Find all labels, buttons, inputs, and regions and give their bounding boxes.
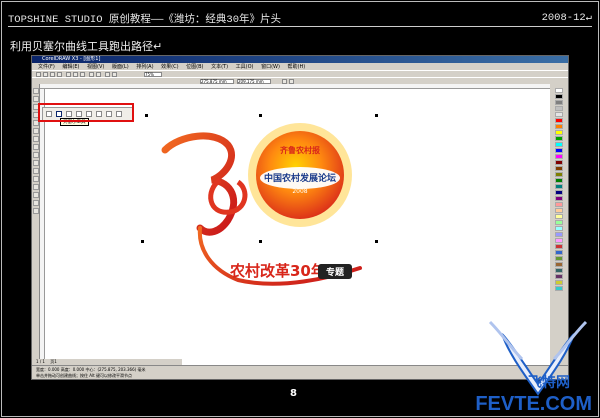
pick-tool-icon[interactable]: [33, 88, 39, 94]
swatch-black[interactable]: [555, 94, 563, 99]
swatch-dark-red[interactable]: [555, 160, 563, 165]
polygon-tool-icon[interactable]: [33, 152, 39, 158]
window-titlebar: CorelDRAW X3 - [图形1]: [32, 56, 568, 63]
swatch-sky[interactable]: [555, 226, 563, 231]
swatch-cyan[interactable]: [555, 142, 563, 147]
smart-fill-tool-icon[interactable]: [33, 128, 39, 134]
outline-tool-icon[interactable]: [33, 200, 39, 206]
header: TOPSHINE STUDIO 原创教程——《潍坊：经典30年》片头 2008-…: [8, 8, 592, 26]
swatch-white[interactable]: [555, 88, 563, 93]
tutorial-title: TOPSHINE STUDIO 原创教程——《潍坊：经典30年》片头: [8, 14, 282, 26]
menu-bar: 文件(F) 编辑(E) 视图(V) 版面(L) 排列(A) 效果(C) 位图(B…: [32, 63, 568, 70]
watermark-cn: 飞特网: [528, 375, 570, 391]
eyedropper-tool-icon[interactable]: [33, 192, 39, 198]
ribbon-three: [161, 132, 237, 236]
interactive-blend-tool-icon[interactable]: [33, 184, 39, 190]
menu-item-help[interactable]: 帮助(H): [288, 63, 306, 70]
swatch-aqua[interactable]: [555, 286, 563, 291]
text-tool-icon[interactable]: [33, 168, 39, 174]
page-number: 8: [290, 388, 297, 399]
thirty-years-logo: 齐鲁农村报 中国农村发展论坛 2008 农村改革30年 专题: [161, 123, 362, 286]
swatch-lavender[interactable]: [555, 232, 563, 237]
tagline-text: 农村改革30年: [229, 262, 326, 280]
standard-toolbar: 75%: [32, 70, 568, 77]
menu-item-layout[interactable]: 版面(L): [112, 63, 129, 70]
swatch-leaf[interactable]: [555, 256, 563, 261]
swatch-orchid[interactable]: [555, 238, 563, 243]
watermark-en: FEVTE.COM: [475, 393, 592, 415]
swatch-gray[interactable]: [555, 100, 563, 105]
menu-item-edit[interactable]: 编辑(E): [62, 63, 79, 70]
menu-item-window[interactable]: 窗口(W): [261, 63, 280, 70]
flyout-highlight-box: [38, 103, 134, 122]
status-hint: 单击并拖动可创建曲线；按住 Alt 键可以修改平滑节点: [36, 373, 132, 378]
menu-item-text[interactable]: 文本(T): [211, 63, 228, 70]
swatch-slate[interactable]: [555, 268, 563, 273]
basic-shapes-tool-icon[interactable]: [33, 160, 39, 166]
menu-item-view[interactable]: 视图(V): [87, 63, 104, 70]
swatch-brick[interactable]: [555, 244, 563, 249]
swatch-blue[interactable]: [555, 148, 563, 153]
badge-top-text: 齐鲁农村报: [279, 145, 320, 155]
swatch-cream[interactable]: [555, 214, 563, 219]
ellipse-tool-icon[interactable]: [33, 144, 39, 150]
swatch-pale-gray[interactable]: [555, 112, 563, 117]
swatch-dark-green[interactable]: [555, 178, 563, 183]
swatch-pink[interactable]: [555, 202, 563, 207]
swatch-purple[interactable]: [555, 196, 563, 201]
swatch-peach[interactable]: [555, 208, 563, 213]
swatch-mustard[interactable]: [555, 280, 563, 285]
special-badge-text: 专题: [326, 266, 345, 278]
menu-item-bitmaps[interactable]: 位图(B): [186, 63, 203, 70]
menu-item-effects[interactable]: 效果(C): [161, 63, 178, 70]
window-title: CorelDRAW X3 - [图形1]: [42, 56, 101, 62]
swatch-magenta[interactable]: [555, 154, 563, 159]
page-navigator[interactable]: 1 / 1: [36, 359, 45, 364]
swatch-green[interactable]: [555, 136, 563, 141]
selection-handle[interactable]: [145, 114, 148, 117]
swatch-tan[interactable]: [555, 262, 563, 267]
table-tool-icon[interactable]: [33, 176, 39, 182]
tutorial-date: 2008-12↵: [541, 12, 592, 24]
swatch-orange[interactable]: [555, 124, 563, 129]
swatch-royal[interactable]: [555, 250, 563, 255]
swatch-brown[interactable]: [555, 166, 563, 171]
swatch-olive[interactable]: [555, 172, 563, 177]
menu-item-file[interactable]: 文件(F): [38, 63, 55, 70]
swatch-red[interactable]: [555, 118, 563, 123]
toolbox: [32, 84, 40, 367]
badge-year-text: 2008: [292, 188, 307, 195]
swatch-light-gray[interactable]: [555, 106, 563, 111]
selection-handle[interactable]: [375, 240, 378, 243]
shape-tool-icon[interactable]: [33, 96, 39, 102]
menu-item-tools[interactable]: 工具(O): [236, 63, 254, 70]
selection-handle[interactable]: [141, 240, 144, 243]
menu-item-arrange[interactable]: 排列(A): [136, 63, 153, 70]
swatch-yellow[interactable]: [555, 130, 563, 135]
header-divider: [8, 26, 592, 27]
selection-handle[interactable]: [259, 114, 262, 117]
selection-handle[interactable]: [375, 114, 378, 117]
swatch-navy[interactable]: [555, 190, 563, 195]
swatch-mint[interactable]: [555, 220, 563, 225]
rectangle-tool-icon[interactable]: [33, 136, 39, 142]
swatch-plum[interactable]: [555, 274, 563, 279]
badge-main-text: 中国农村发展论坛: [264, 172, 336, 184]
page-tab-1[interactable]: 页1: [50, 359, 57, 364]
property-bar: 275.875 mm 209.175 mm: [32, 77, 568, 84]
swatch-teal[interactable]: [555, 184, 563, 189]
step-caption: 利用贝塞尔曲线工具跑出路径↵: [10, 40, 163, 53]
fill-tool-icon[interactable]: [33, 208, 39, 214]
